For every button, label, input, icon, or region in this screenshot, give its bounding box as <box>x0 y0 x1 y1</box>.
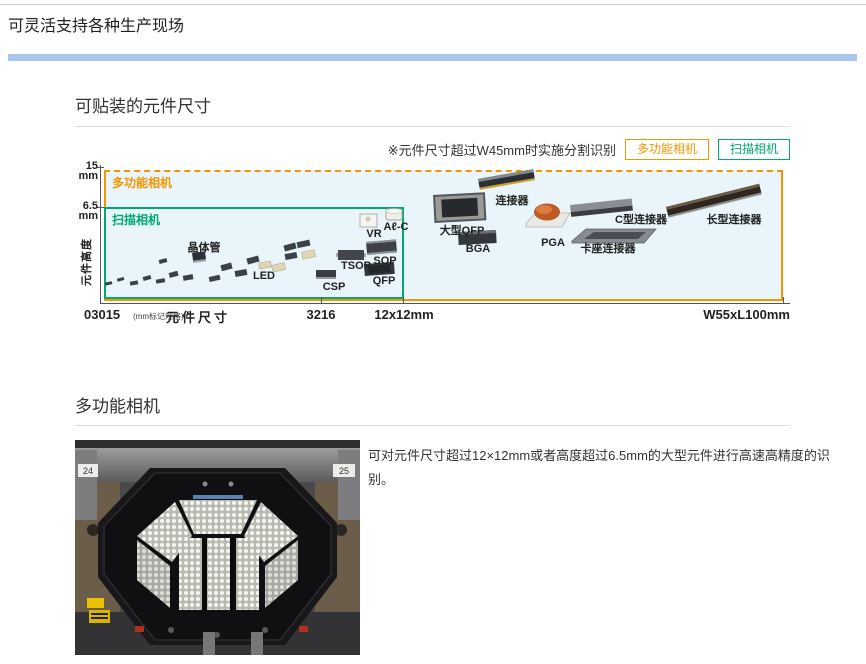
label-sop: SOP <box>367 255 403 267</box>
label-card-connector: 卡座连接器 <box>577 240 639 256</box>
photo-label-24: 24 <box>83 466 93 476</box>
label-c-connector: C型连接器 <box>610 211 672 227</box>
y-label-65-unit: mm <box>78 210 98 222</box>
y-label-6-5mm: 6.5 mm <box>72 201 98 221</box>
accent-bar <box>8 54 857 61</box>
section-divider-2 <box>75 425 790 426</box>
page-title: 可灵活支持各种生产现场 <box>8 12 184 36</box>
label-alc: Aℓ-C <box>378 221 414 233</box>
y-label-15-unit: mm <box>78 170 98 182</box>
y-label-15mm: 15 mm <box>72 161 98 181</box>
label-connector: 连接器 <box>486 192 538 208</box>
label-transistor: 晶体管 <box>183 239 225 255</box>
label-csp: CSP <box>316 281 352 293</box>
top-divider <box>0 4 866 5</box>
label-large-qfp: 大型QFP <box>434 222 490 238</box>
x-label-w55xl100: W55xL100mm <box>690 307 790 322</box>
x-label-12x12: 12x12mm <box>374 307 434 322</box>
x-axis-title: 元件尺寸 <box>166 307 230 326</box>
section-title-component-size: 可贴装的元件尺寸 <box>75 92 211 117</box>
split-recognition-note: ※元件尺寸超过W45mm时实施分割识别 <box>388 140 616 159</box>
multi-camera-photo: 24 25 <box>75 440 360 655</box>
diagram-legend-row: ※元件尺寸超过W45mm时实施分割识别 多功能相机 扫描相机 <box>388 139 790 160</box>
label-led: LED <box>248 270 280 282</box>
multi-camera-description: 可对元件尺寸超过12×12mm或者高度超过6.5mm的大型元件进行高速高精度的识… <box>368 444 854 492</box>
label-long-connector: 长型连接器 <box>703 211 765 227</box>
photo-label-25: 25 <box>339 466 349 476</box>
page: 可灵活支持各种生产现场 可贴装的元件尺寸 ※元件尺寸超过W45mm时实施分割识别… <box>0 0 866 664</box>
label-bga: BGA <box>458 243 498 255</box>
badge-multi-camera[interactable]: 多功能相机 <box>625 139 709 160</box>
label-qfp: QFP <box>366 275 402 287</box>
x-label-03015: 03015 <box>84 307 120 322</box>
section-title-multi-camera: 多功能相机 <box>75 392 160 417</box>
y-axis-title: 元件高度 <box>78 238 90 286</box>
section-divider <box>75 126 790 127</box>
label-pga: PGA <box>531 237 575 249</box>
x-label-3216: 3216 <box>301 307 341 322</box>
badge-scan-camera[interactable]: 扫描相机 <box>718 139 790 160</box>
